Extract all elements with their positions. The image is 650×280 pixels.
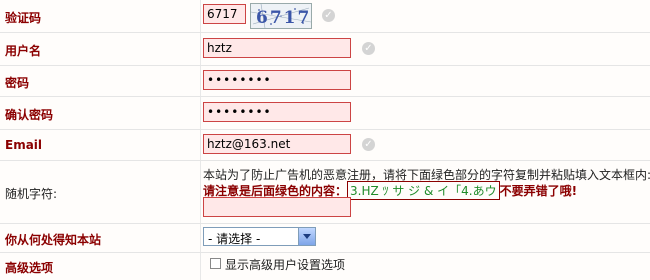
instruction-suffix: 不要弄错了哦!: [499, 184, 578, 198]
referral-source-select[interactable]: - 请选择 -: [203, 227, 316, 246]
random-chars-input[interactable]: [203, 197, 351, 217]
confirm-password-label: 确认密码: [5, 108, 54, 122]
row-password: 密码: [0, 66, 650, 97]
divider: [200, 130, 201, 160]
captcha-input[interactable]: [203, 4, 246, 24]
chevron-down-icon[interactable]: [298, 228, 315, 245]
divider: [200, 161, 201, 223]
advanced-options-checkbox-label[interactable]: 显示高级用户设置选项: [225, 256, 345, 273]
row-confirm-password: 确认密码: [0, 97, 650, 130]
select-value: - 请选择 -: [208, 232, 261, 246]
registration-form: 验证码 6717 ✓ 用户名 ✓ 密码: [0, 0, 650, 280]
row-advanced: 高级选项 显示高级用户设置选项: [0, 253, 650, 280]
password-input[interactable]: [203, 70, 351, 90]
instruction-prefix: 请注意是后面绿色的内容：: [203, 184, 348, 198]
captcha-label: 验证码: [5, 11, 42, 25]
referral-source-label: 你从何处得知本站: [5, 233, 102, 247]
captcha-image[interactable]: 6717: [250, 3, 312, 29]
random-chars-label: 随机字符:: [5, 187, 58, 201]
row-random-chars: 随机字符: 本站为了防止广告机的恶意注册，请将下面绿色部分的字符复制并粘贴填入文…: [0, 161, 650, 224]
username-label: 用户名: [5, 44, 42, 58]
row-captcha: 验证码 6717 ✓: [0, 0, 650, 33]
divider: [200, 253, 201, 280]
check-circle-icon: ✓: [362, 42, 375, 55]
row-email: Email ✓: [0, 130, 650, 161]
row-referral-source: 你从何处得知本站 - 请选择 -: [0, 224, 650, 253]
password-label: 密码: [5, 76, 30, 90]
divider: [200, 0, 201, 32]
divider: [200, 224, 201, 252]
email-input[interactable]: [203, 134, 351, 154]
advanced-options-checkbox[interactable]: [210, 258, 221, 269]
green-random-text: 3.HZ ﾂ サ ジ & イ「4.あウ: [347, 181, 500, 200]
divider: [200, 66, 201, 96]
row-username: 用户名 ✓: [0, 33, 650, 66]
divider: [200, 97, 201, 129]
email-label: Email: [5, 138, 43, 152]
captcha-image-text: 6717: [256, 8, 311, 28]
confirm-password-input[interactable]: [203, 102, 351, 122]
divider: [200, 33, 201, 65]
check-circle-icon: ✓: [322, 9, 335, 22]
check-circle-icon: ✓: [362, 138, 375, 151]
username-input[interactable]: [203, 38, 351, 58]
advanced-label: 高级选项: [5, 261, 54, 275]
